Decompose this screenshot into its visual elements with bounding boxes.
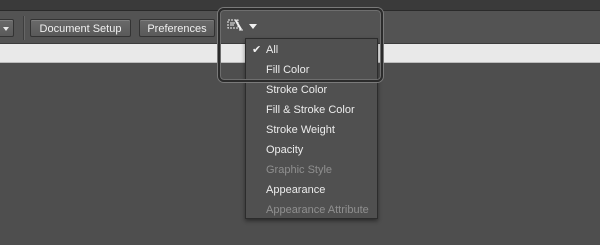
menu-item-label: Stroke Weight: [266, 124, 335, 136]
chevron-down-icon: [3, 27, 9, 31]
recolor-options-button[interactable]: [227, 17, 261, 35]
menu-item-label: Appearance Attribute: [266, 204, 369, 216]
preferences-button[interactable]: Preferences: [139, 19, 215, 37]
menu-item-all[interactable]: ✔ All: [246, 40, 377, 60]
menu-item-fill-color[interactable]: Fill Color: [246, 60, 377, 80]
menu-item-label: All: [266, 44, 279, 56]
menu-item-label: Appearance: [266, 184, 326, 196]
dropdown-toggle-button[interactable]: [0, 19, 14, 37]
checkmark-icon: ✔: [252, 44, 262, 56]
menu-item-appearance[interactable]: Appearance: [246, 180, 377, 200]
menu-item-opacity[interactable]: Opacity: [246, 140, 377, 160]
menu-item-label: Graphic Style: [266, 164, 333, 176]
chevron-down-icon: [249, 24, 257, 29]
menu-item-stroke-weight[interactable]: Stroke Weight: [246, 120, 377, 140]
top-strip: [0, 0, 600, 11]
menu-item-stroke-color[interactable]: Stroke Color: [246, 80, 377, 100]
menu-item-fill-stroke-color[interactable]: Fill & Stroke Color: [246, 100, 377, 120]
toolbar-separator: [23, 16, 24, 40]
menu-item-appearance-attribute: Appearance Attribute: [246, 200, 377, 220]
menu-item-label: Fill & Stroke Color: [266, 104, 355, 116]
menu-item-graphic-style: Graphic Style: [246, 160, 377, 180]
menu-item-label: Stroke Color: [266, 84, 328, 96]
menu-item-label: Fill Color: [266, 64, 310, 76]
document-setup-button[interactable]: Document Setup: [30, 19, 131, 37]
menu-item-label: Opacity: [266, 144, 304, 156]
recolor-options-menu: ✔ All Fill Color Stroke Color Fill & Stroke …: [245, 38, 378, 219]
recolor-artwork-icon: [227, 19, 243, 31]
